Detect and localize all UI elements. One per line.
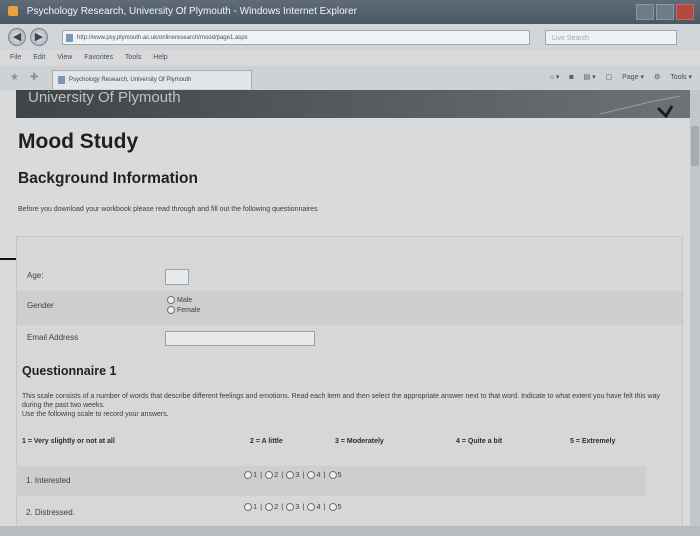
option-label: 2 xyxy=(274,470,279,479)
gender-female-label: Female xyxy=(177,306,201,314)
page-icon xyxy=(58,76,65,84)
back-button[interactable]: ◀ xyxy=(8,28,26,46)
questionnaire-heading: Questionnaire 1 xyxy=(22,364,117,378)
tab-label: Psychology Research, University Of Plymo… xyxy=(69,77,192,83)
search-placeholder: Live Search xyxy=(552,35,589,42)
page-menu-label: Page xyxy=(622,74,639,81)
radio-circle-icon[interactable] xyxy=(167,306,175,314)
tab-psychology-research[interactable]: Psychology Research, University Of Plymo… xyxy=(52,70,252,89)
banner-text: University Of Plymouth xyxy=(28,90,181,106)
option-label: 2 xyxy=(274,502,279,511)
window-title: Psychology Research, University Of Plymo… xyxy=(26,6,357,17)
feeds-icon[interactable]: ◙ xyxy=(569,74,573,81)
email-row: Email Address xyxy=(17,327,682,353)
question-label: 2. Distressed. xyxy=(26,508,75,517)
gender-male-radio[interactable]: Male xyxy=(167,295,200,305)
maximize-button[interactable] xyxy=(656,4,674,20)
gender-female-radio[interactable]: Female xyxy=(167,305,200,315)
radio-circle-icon[interactable] xyxy=(307,502,316,511)
title-bar: Psychology Research, University Of Plymo… xyxy=(0,0,700,24)
option-label: 5 xyxy=(337,502,342,511)
tools-menu-label: Tools xyxy=(670,74,687,81)
radio-circle-icon[interactable] xyxy=(244,470,252,479)
page-content: University Of Plymouth Mood Study Backgr… xyxy=(0,90,690,526)
age-label: Age: xyxy=(27,271,44,280)
scale-label-2: 2 = A little xyxy=(250,438,283,445)
question-label: 1. Interested xyxy=(26,476,71,485)
question-row: 1. Interested 1 | 2 | 3 | 4 | 5 xyxy=(16,466,646,496)
scale-label-3: 3 = Moderately xyxy=(335,438,384,445)
page-title: Mood Study xyxy=(18,130,139,153)
answer-options: 1 | 2 | 3 | 4 | 5 xyxy=(244,470,342,479)
gender-row: Gender Male Female xyxy=(17,291,682,325)
radio-circle-icon[interactable] xyxy=(328,470,337,479)
radio-circle-icon[interactable] xyxy=(286,470,295,479)
answer-options: 1 | 2 | 3 | 4 | 5 xyxy=(244,502,342,511)
window-controls xyxy=(636,4,694,20)
scale-label-4: 4 = Quite a bit xyxy=(456,438,503,445)
intro-text: Before you download your workbook please… xyxy=(18,206,318,213)
status-bar xyxy=(0,526,700,536)
menu-help[interactable]: Help xyxy=(153,54,167,61)
scrollbar-thumb[interactable] xyxy=(691,126,699,166)
minimize-button[interactable] xyxy=(636,4,654,20)
banner-logo-icon xyxy=(600,95,680,118)
gender-male-label: Male xyxy=(177,296,193,304)
scale-instruction: Use the following scale to record your a… xyxy=(22,411,169,418)
tools-menu-button[interactable]: ⚙ Tools ▾ xyxy=(654,74,692,81)
forward-button[interactable]: ▶ xyxy=(30,28,48,46)
option-label: 4 xyxy=(316,502,321,511)
option-label: 5 xyxy=(337,470,342,479)
description-text: This scale consists of a number of words… xyxy=(22,393,661,409)
page-icon xyxy=(66,34,73,42)
command-bar: ⌂ ▾ ◙ ▤ ▾ ▢ Page ▾ ⚙ Tools ▾ xyxy=(542,73,692,81)
url-text: http://www.psy.plymouth.ac.uk/onlinerese… xyxy=(77,35,248,41)
favorites-star-icon[interactable]: ★ xyxy=(10,72,19,83)
option-label: 4 xyxy=(316,470,321,479)
option-label: 3 xyxy=(295,502,300,511)
age-input[interactable] xyxy=(165,269,189,285)
email-field[interactable] xyxy=(165,331,315,346)
scale-label-5: 5 = Extremely xyxy=(570,438,616,445)
tab-row: ★ ✚ Psychology Research, University Of P… xyxy=(0,66,700,91)
close-button[interactable] xyxy=(676,4,694,20)
search-input[interactable]: Live Search xyxy=(545,30,677,45)
option-label: 1 xyxy=(253,502,258,511)
questionnaire-description: This scale consists of a number of words… xyxy=(22,392,674,419)
vertical-scrollbar[interactable] xyxy=(690,90,700,526)
print-icon[interactable]: ▤ ▾ xyxy=(584,74,596,81)
page-menu-button[interactable]: ▢ Page ▾ xyxy=(606,74,644,81)
email-label: Email Address xyxy=(27,333,79,342)
gender-label: Gender xyxy=(27,301,54,310)
option-label: 3 xyxy=(295,470,300,479)
university-banner: University Of Plymouth xyxy=(16,90,690,118)
gender-options: Male Female xyxy=(167,295,200,315)
age-row: Age: xyxy=(17,259,682,289)
menu-tools[interactable]: Tools xyxy=(125,54,141,61)
radio-circle-icon[interactable] xyxy=(265,502,274,511)
home-icon[interactable]: ⌂ ▾ xyxy=(550,74,560,81)
radio-circle-icon[interactable] xyxy=(244,502,252,511)
menu-bar: File Edit View Favorites Tools Help xyxy=(0,50,700,66)
ie-logo-icon xyxy=(8,6,18,17)
menu-file[interactable]: File xyxy=(10,54,21,61)
option-label: 1 xyxy=(253,470,258,479)
radio-circle-icon[interactable] xyxy=(167,296,175,304)
browser-window: Psychology Research, University Of Plymo… xyxy=(0,0,700,536)
radio-circle-icon[interactable] xyxy=(286,502,295,511)
menu-favorites[interactable]: Favorites xyxy=(84,54,113,61)
radio-circle-icon[interactable] xyxy=(265,470,274,479)
address-input[interactable]: http://www.psy.plymouth.ac.uk/onlinerese… xyxy=(62,30,530,45)
section-title: Background Information xyxy=(18,170,198,187)
menu-edit[interactable]: Edit xyxy=(33,54,45,61)
add-favorite-icon[interactable]: ✚ xyxy=(30,72,38,83)
menu-view[interactable]: View xyxy=(57,54,72,61)
radio-circle-icon[interactable] xyxy=(328,502,337,511)
address-row: ◀ ▶ http://www.psy.plymouth.ac.uk/online… xyxy=(0,24,700,50)
scale-label-1: 1 = Very slightly or not at all xyxy=(22,438,115,445)
question-row: 2. Distressed. 1 | 2 | 3 | 4 | 5 xyxy=(16,498,646,526)
radio-circle-icon[interactable] xyxy=(307,470,316,479)
